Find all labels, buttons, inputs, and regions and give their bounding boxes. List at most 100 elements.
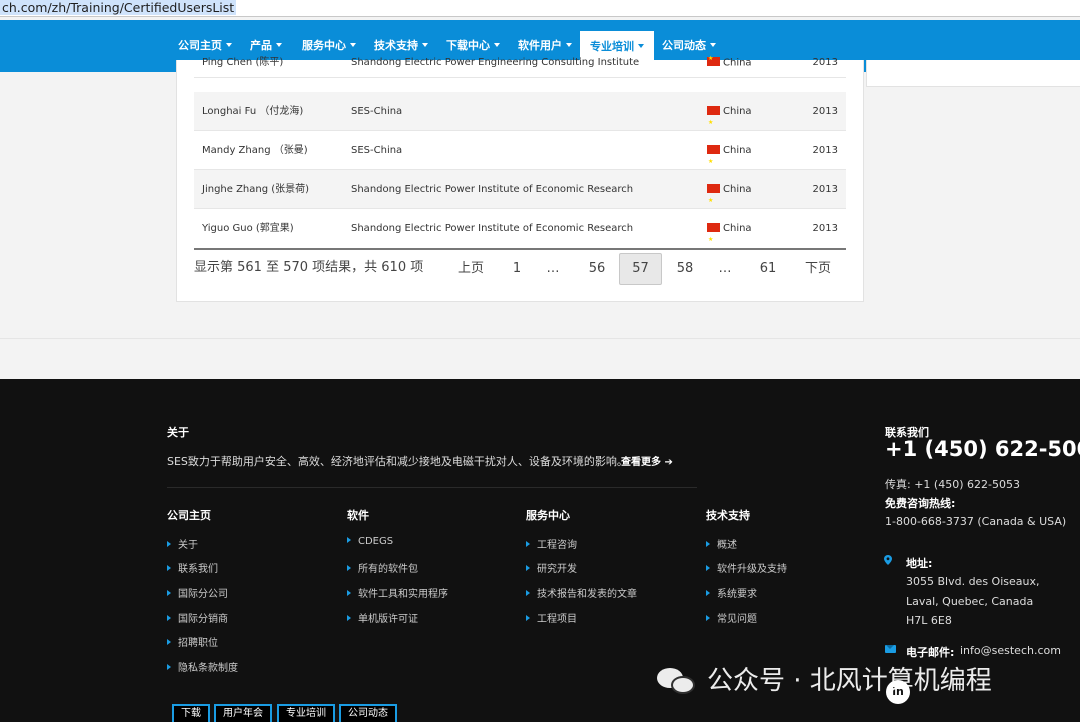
pagination-ellipsis: … bbox=[718, 261, 732, 276]
china-flag-icon bbox=[707, 54, 720, 66]
pagination-next[interactable]: 下页 bbox=[799, 253, 837, 285]
table-row: Ping Chen (陈平) Shandong Electric Power E… bbox=[194, 53, 846, 78]
footer-col-title: 公司主页 bbox=[167, 509, 211, 522]
footer-col-title: 服务中心 bbox=[526, 509, 570, 522]
footer-link[interactable]: 软件升级及支持 bbox=[706, 560, 787, 575]
table-bottom-border bbox=[194, 248, 846, 250]
user-name: Ping Chen (陈平) bbox=[202, 57, 284, 68]
hotline-label: 免费咨询热线: bbox=[885, 497, 956, 510]
footer-link[interactable]: 软件工具和实用程序 bbox=[347, 585, 448, 600]
pagination-page[interactable]: 58 bbox=[670, 253, 700, 285]
user-name: Jinghe Zhang (张景荷) bbox=[202, 184, 310, 195]
china-flag-icon bbox=[707, 142, 720, 181]
chevron-down-icon bbox=[226, 43, 232, 47]
footer-link[interactable]: 工程咨询 bbox=[526, 536, 577, 551]
footer-button-downloads[interactable]: 下载 bbox=[172, 704, 210, 722]
user-name: Mandy Zhang （张曼) bbox=[202, 145, 308, 156]
pagination-ellipsis: … bbox=[546, 261, 560, 276]
footer-link[interactable]: 关于 bbox=[167, 536, 198, 551]
country-label: China bbox=[723, 184, 752, 195]
table-row: Mandy Zhang （张曼) SES-China China 2013 bbox=[194, 131, 846, 181]
country-label: China bbox=[723, 145, 752, 156]
footer-link[interactable]: 所有的软件包 bbox=[347, 560, 418, 575]
address-bar[interactable]: ch.com/zh/Training/CertifiedUsersList bbox=[0, 0, 1080, 17]
url-text[interactable]: ch.com/zh/Training/CertifiedUsersList bbox=[0, 0, 237, 15]
envelope-icon bbox=[885, 645, 896, 653]
user-organization: SES-China bbox=[351, 145, 403, 156]
pagination-prev[interactable]: 上页 bbox=[452, 253, 490, 285]
footer-link[interactable]: 系统要求 bbox=[706, 585, 757, 600]
contact-phone[interactable]: +1 (450) 622-5000 bbox=[885, 437, 1080, 461]
user-country: China bbox=[707, 54, 752, 69]
footer-link[interactable]: 国际分公司 bbox=[167, 585, 228, 600]
map-pin-icon bbox=[884, 555, 892, 565]
table-row: Jinghe Zhang (张景荷) Shandong Electric Pow… bbox=[194, 170, 846, 220]
country-label: China bbox=[723, 223, 752, 234]
footer-button-news[interactable]: 公司动态 bbox=[339, 704, 397, 722]
user-country: China bbox=[707, 209, 752, 259]
read-more-link[interactable]: 查看更多 ➔ bbox=[621, 453, 673, 468]
footer-button-training[interactable]: 专业培训 bbox=[277, 704, 335, 722]
footer-link[interactable]: 概述 bbox=[706, 536, 737, 551]
footer-link[interactable]: 研究开发 bbox=[526, 560, 577, 575]
footer-link[interactable]: 招聘职位 bbox=[167, 634, 218, 649]
sidebar-panel bbox=[866, 60, 1080, 87]
certification-year: 2013 bbox=[812, 57, 838, 68]
user-name: Longhai Fu （付龙海) bbox=[202, 106, 304, 117]
email-address[interactable]: info@sestech.com bbox=[960, 644, 1061, 657]
certification-year: 2013 bbox=[812, 223, 838, 234]
footer-link[interactable]: 常见问题 bbox=[706, 610, 757, 625]
email-label: 电子邮件: bbox=[906, 646, 955, 659]
user-country: China bbox=[707, 92, 752, 142]
table-info: 显示第 561 至 570 项结果，共 610 项 bbox=[194, 260, 424, 275]
nav-label: 服务中心 bbox=[302, 39, 346, 52]
chevron-down-icon bbox=[422, 43, 428, 47]
footer-about-title: 关于 bbox=[167, 426, 189, 439]
user-organization: Shandong Electric Power Institute of Eco… bbox=[351, 184, 634, 195]
country-label: China bbox=[723, 57, 752, 69]
chevron-down-icon bbox=[276, 43, 282, 47]
chevron-down-icon bbox=[638, 44, 644, 48]
user-country: China bbox=[707, 131, 752, 181]
pagination-page[interactable]: 61 bbox=[753, 253, 783, 285]
nav-label: 技术支持 bbox=[374, 39, 418, 52]
address-line: 3055 Blvd. des Oiseaux, bbox=[906, 575, 1040, 588]
china-flag-icon bbox=[707, 220, 720, 259]
footer-col-title: 软件 bbox=[347, 509, 369, 522]
footer-about-text: SES致力于帮助用户安全、高效、经济地评估和减少接地及电磁干扰对人、设备及环境的… bbox=[167, 455, 628, 468]
hotline-number[interactable]: 1-800-668-3737 (Canada & USA) bbox=[885, 515, 1066, 528]
contact-fax: 传真: +1 (450) 622-5053 bbox=[885, 478, 1020, 491]
chevron-down-icon bbox=[350, 43, 356, 47]
nav-label: 下载中心 bbox=[446, 39, 490, 52]
wechat-icon bbox=[657, 666, 699, 698]
chevron-down-icon bbox=[710, 43, 716, 47]
nav-label: 软件用户 bbox=[518, 39, 562, 52]
chevron-down-icon bbox=[494, 43, 500, 47]
footer-link[interactable]: 联系我们 bbox=[167, 560, 218, 575]
pagination-page-current[interactable]: 57 bbox=[619, 253, 662, 285]
footer-link[interactable]: 国际分销商 bbox=[167, 610, 228, 625]
nav-label: 专业培训 bbox=[590, 40, 634, 53]
footer-link[interactable]: CDEGS bbox=[347, 536, 393, 547]
watermark-text: 公众号 · 北风计算机编程 bbox=[707, 666, 992, 696]
certification-year: 2013 bbox=[812, 184, 838, 195]
nav-label: 公司动态 bbox=[662, 39, 706, 52]
footer-link[interactable]: 技术报告和发表的文章 bbox=[526, 585, 637, 600]
pagination-page[interactable]: 1 bbox=[505, 253, 529, 285]
wechat-watermark: 公众号 · 北风计算机编程 bbox=[657, 660, 992, 700]
user-organization: Shandong Electric Power Engineering Cons… bbox=[351, 57, 640, 68]
address-label: 地址: bbox=[906, 557, 933, 570]
user-name: Yiguo Guo (郭宜果) bbox=[202, 223, 294, 234]
footer-button-user-conference[interactable]: 用户年会 bbox=[214, 704, 272, 722]
user-organization: Shandong Electric Power Institute of Eco… bbox=[351, 223, 634, 234]
user-organization: SES-China bbox=[351, 106, 403, 117]
pagination-page[interactable]: 56 bbox=[582, 253, 612, 285]
china-flag-icon bbox=[707, 103, 720, 142]
footer-link[interactable]: 工程项目 bbox=[526, 610, 577, 625]
footer-link[interactable]: 隐私条款制度 bbox=[167, 659, 238, 674]
nav-label: 产品 bbox=[250, 39, 272, 52]
footer-link[interactable]: 单机版许可证 bbox=[347, 610, 418, 625]
user-country: China bbox=[707, 170, 752, 220]
address-line: H7L 6E8 bbox=[906, 614, 952, 627]
nav-label: 公司主页 bbox=[178, 39, 222, 52]
